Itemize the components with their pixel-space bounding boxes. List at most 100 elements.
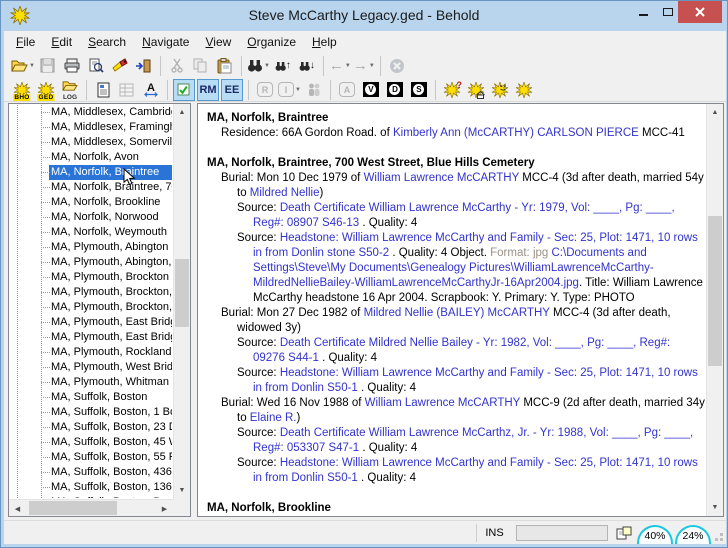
print-button[interactable] bbox=[61, 55, 83, 77]
tree-item[interactable]: MA, Middlesex, Cambridg bbox=[10, 105, 172, 120]
scrollbar-thumb[interactable] bbox=[175, 259, 189, 327]
autocheck-toggle[interactable] bbox=[173, 79, 195, 101]
record-link[interactable]: Death Certificate Mildred Nellie Bailey … bbox=[253, 337, 670, 364]
tree-item[interactable]: MA, Norfolk, Weymouth bbox=[10, 225, 172, 240]
save-button[interactable] bbox=[37, 55, 59, 77]
tree-item[interactable]: MA, Norfolk, Norwood bbox=[10, 210, 172, 225]
stop-button[interactable] bbox=[386, 55, 408, 77]
tree-item[interactable]: MA, Plymouth, Brockton, 6 bbox=[10, 300, 172, 315]
record-link[interactable]: Elaine R. bbox=[250, 412, 297, 424]
scroll-up-arrow[interactable]: ▲ bbox=[174, 104, 190, 121]
tree-item[interactable]: MA, Suffolk, Boston, 23 D bbox=[10, 420, 172, 435]
find-button[interactable]: ▼ bbox=[247, 55, 270, 77]
tree-item[interactable]: MA, Suffolk, Boston, 55 F bbox=[10, 450, 172, 465]
copy-button[interactable] bbox=[190, 55, 212, 77]
resize-grip[interactable] bbox=[712, 524, 724, 542]
menu-edit[interactable]: Edit bbox=[43, 31, 80, 53]
tree-item[interactable]: MA, Plymouth, East Bridge bbox=[10, 330, 172, 345]
forward-button[interactable]: →▼ bbox=[353, 55, 375, 77]
about-button[interactable] bbox=[489, 79, 511, 101]
tree-item[interactable]: MA, Plymouth, Brockton, 2 bbox=[10, 285, 172, 300]
ee-toggle[interactable]: EE bbox=[221, 79, 243, 101]
cut-button[interactable] bbox=[166, 55, 188, 77]
record-link[interactable]: William Lawrence McCARTHY bbox=[365, 397, 521, 409]
record-link[interactable]: Death Certificate William Lawrence McCar… bbox=[253, 427, 693, 454]
menu-search[interactable]: Search bbox=[80, 31, 134, 53]
tree-item[interactable]: MA, Plymouth, Abington, 4 bbox=[10, 255, 172, 270]
tree-item[interactable]: MA, Middlesex, Framingha bbox=[10, 120, 172, 135]
record-link[interactable]: Headstone: William Lawrence McCarthy and… bbox=[253, 457, 698, 484]
sources-section-button[interactable]: S bbox=[408, 79, 430, 101]
print-preview-button[interactable] bbox=[85, 55, 107, 77]
paste-button[interactable] bbox=[214, 55, 236, 77]
tree-item[interactable]: MA, Plymouth, Rockland, bbox=[10, 345, 172, 360]
back-dropdown-caret[interactable]: ▼ bbox=[345, 63, 351, 69]
tree-item[interactable]: MA, Norfolk, Braintree bbox=[10, 165, 172, 180]
behold-button[interactable] bbox=[513, 79, 535, 101]
menu-organize[interactable]: Organize bbox=[239, 31, 304, 53]
font-button[interactable]: A bbox=[140, 79, 162, 101]
content-vertical-scrollbar[interactable]: ▲ ▼ bbox=[706, 104, 723, 516]
flashlight-button[interactable] bbox=[109, 55, 131, 77]
tree-item[interactable]: MA, Norfolk, Avon bbox=[10, 150, 172, 165]
home-page-button[interactable] bbox=[465, 79, 487, 101]
find-next-button[interactable]: ↓ bbox=[296, 55, 318, 77]
maximize-button[interactable] bbox=[656, 1, 680, 23]
gedcom-file-button[interactable]: GED bbox=[35, 79, 57, 101]
all-sections-button[interactable]: A bbox=[336, 79, 358, 101]
minimize-button[interactable] bbox=[631, 1, 656, 23]
scroll-up-arrow[interactable]: ▲ bbox=[707, 104, 723, 121]
tree-item[interactable]: MA, Plymouth, East Bridge bbox=[10, 315, 172, 330]
tree-item[interactable]: MA, Suffolk, Boston, 436 bbox=[10, 465, 172, 480]
record-link[interactable]: Kimberly Ann (McCARTHY) CARLSON PIERCE bbox=[393, 127, 639, 139]
scrollbar-thumb[interactable] bbox=[708, 216, 722, 366]
tree-item[interactable]: MA, Norfolk, Brookline bbox=[10, 195, 172, 210]
indexes-dropdown-caret[interactable]: ▼ bbox=[295, 87, 301, 93]
tree-horizontal-scrollbar[interactable]: ◀ ▶ bbox=[9, 499, 173, 516]
find-previous-button[interactable]: ↑ bbox=[272, 55, 294, 77]
scroll-right-arrow[interactable]: ▶ bbox=[156, 500, 173, 517]
report-layout-button[interactable] bbox=[92, 79, 114, 101]
log-file-button[interactable]: LOG bbox=[59, 79, 81, 101]
scroll-down-arrow[interactable]: ▼ bbox=[707, 499, 723, 516]
details-section-button[interactable]: D bbox=[384, 79, 406, 101]
back-button[interactable]: ←▼ bbox=[329, 55, 351, 77]
tree-item[interactable]: MA, Suffolk, Boston, 45 W bbox=[10, 435, 172, 450]
open-dropdown-caret[interactable]: ▼ bbox=[29, 63, 35, 69]
menu-file[interactable]: File bbox=[8, 31, 43, 53]
exit-button[interactable] bbox=[133, 55, 155, 77]
tree-item[interactable]: MA, Suffolk, Boston bbox=[10, 390, 172, 405]
behold-file-button[interactable]: BHO bbox=[11, 79, 33, 101]
scroll-down-arrow[interactable]: ▼ bbox=[174, 482, 190, 499]
help-button[interactable]: ? bbox=[441, 79, 463, 101]
tree-vertical-scrollbar[interactable]: ▲ ▼ bbox=[173, 104, 190, 499]
rm-toggle[interactable]: RM bbox=[197, 79, 219, 101]
scrollbar-thumb[interactable] bbox=[29, 501, 117, 515]
menu-navigate[interactable]: Navigate bbox=[134, 31, 197, 53]
record-link[interactable]: Death Certificate William Lawrence McCar… bbox=[253, 202, 675, 229]
tree-item[interactable]: MA, Middlesex, Somerville bbox=[10, 135, 172, 150]
references-button[interactable]: R bbox=[254, 79, 276, 101]
tree-item[interactable]: MA, Plymouth, Whitman bbox=[10, 375, 172, 390]
find-dropdown-caret[interactable]: ▼ bbox=[264, 63, 270, 69]
open-file-button[interactable]: ▼ bbox=[11, 55, 35, 77]
close-button[interactable] bbox=[678, 1, 722, 23]
tree-item[interactable]: MA, Suffolk, Boston, 1366 bbox=[10, 480, 172, 495]
forward-dropdown-caret[interactable]: ▼ bbox=[369, 63, 375, 69]
tree-item[interactable]: MA, Suffolk, Boston, Ded bbox=[10, 495, 172, 498]
scroll-left-arrow[interactable]: ◀ bbox=[9, 500, 26, 517]
record-link[interactable]: Mildred Nellie (BAILEY) McCARTHY bbox=[364, 307, 550, 319]
record-link[interactable]: Headstone: William Lawrence McCarthy and… bbox=[253, 367, 698, 394]
menu-help[interactable]: Help bbox=[304, 31, 345, 53]
record-link[interactable]: Mildred Nellie bbox=[250, 187, 320, 199]
columns-layout-button[interactable] bbox=[116, 79, 138, 101]
tree-item[interactable]: MA, Plymouth, Abington bbox=[10, 240, 172, 255]
record-link[interactable]: William Lawrence McCARTHY bbox=[364, 172, 520, 184]
indexes-button[interactable]: I▼ bbox=[278, 79, 301, 101]
tree-item[interactable]: MA, Plymouth, Brockton bbox=[10, 270, 172, 285]
events-section-button[interactable]: V bbox=[360, 79, 382, 101]
people-button[interactable] bbox=[303, 79, 325, 101]
menu-view[interactable]: View bbox=[197, 31, 239, 53]
tree-item[interactable]: MA, Suffolk, Boston, 1 Bo bbox=[10, 405, 172, 420]
tree-item[interactable]: MA, Norfolk, Braintree, 70 bbox=[10, 180, 172, 195]
